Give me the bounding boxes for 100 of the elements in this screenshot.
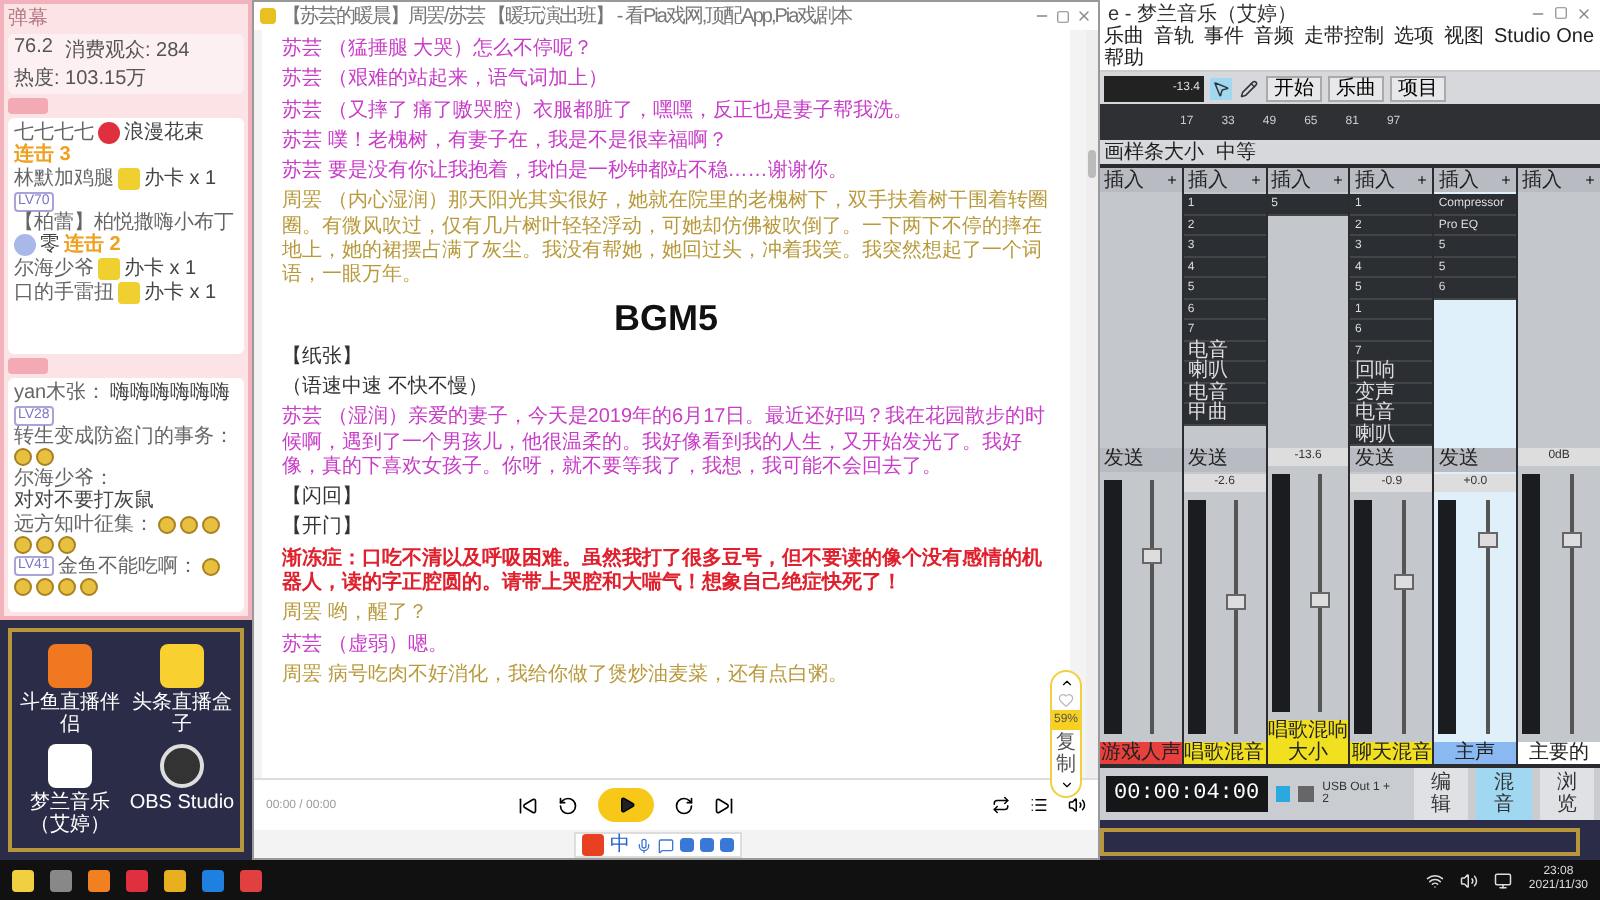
insert-slot[interactable]: 回响 xyxy=(1350,362,1433,383)
pointer-tool-icon[interactable] xyxy=(1210,77,1232,99)
shortcut-label: 头条直播盒子 xyxy=(130,692,234,736)
close-icon[interactable] xyxy=(1576,5,1592,21)
menu-item[interactable]: Studio One xyxy=(1494,26,1595,48)
menu-item[interactable]: 帮助 xyxy=(1104,48,1144,70)
play-button[interactable] xyxy=(598,788,654,822)
rewind-icon[interactable] xyxy=(558,795,578,815)
insert-slot[interactable]: 电音 xyxy=(1183,341,1266,362)
display-icon[interactable] xyxy=(1494,871,1513,889)
play-icon xyxy=(617,796,635,814)
view-tab[interactable]: 编辑 xyxy=(1413,768,1469,820)
maximize-icon[interactable] xyxy=(1056,9,1070,23)
menu-item[interactable]: 选项 xyxy=(1394,26,1434,48)
page-button[interactable]: 项目 xyxy=(1390,75,1446,101)
add-icon[interactable] xyxy=(1500,174,1513,186)
insert-label: 插入 xyxy=(1104,169,1146,191)
zoom-label: 画样条大小 xyxy=(1104,141,1204,163)
taskbar-app-icon[interactable] xyxy=(12,869,34,891)
desktop-shortcut[interactable]: 头条直播盒子 xyxy=(128,644,236,736)
app-icon xyxy=(48,744,92,788)
chat-icon[interactable] xyxy=(658,837,674,853)
close-icon[interactable] xyxy=(1076,8,1092,24)
insert-slot[interactable]: 喇叭 xyxy=(1350,425,1433,446)
fader-handle[interactable] xyxy=(1393,573,1414,590)
insert-slot[interactable]: 电音 xyxy=(1350,404,1433,425)
maximize-icon[interactable] xyxy=(1554,6,1568,20)
fader-handle[interactable] xyxy=(1477,531,1498,548)
ime-mode[interactable]: 中 xyxy=(610,834,630,856)
fader-handle[interactable] xyxy=(1310,591,1331,608)
message-text: 对对不要打灰鼠 xyxy=(14,489,154,511)
up-icon[interactable] xyxy=(1059,676,1073,690)
stat-text: 热度: 103.15万 xyxy=(14,65,147,92)
page-button[interactable]: 乐曲 xyxy=(1328,75,1384,101)
view-tab[interactable]: 混音 xyxy=(1476,768,1532,820)
dialogue-line: 苏芸 （又摔了 痛了嗷哭腔）衣服都脏了，嘿嘿，反正也是妻子帮我洗。 xyxy=(282,99,916,124)
record-icon[interactable] xyxy=(1298,786,1315,802)
forward-icon[interactable] xyxy=(674,795,694,815)
insert-slot[interactable]: 喇叭 xyxy=(1183,362,1266,383)
pencil-tool-icon[interactable] xyxy=(1238,77,1260,99)
stage-direction: （语速中速 不快不慢） xyxy=(282,375,490,401)
next-icon[interactable] xyxy=(714,795,734,815)
desktop-shortcut[interactable]: OBS Studio xyxy=(128,744,236,836)
shortcut-label: 斗鱼直播伴侣 xyxy=(18,692,122,736)
mic-icon[interactable] xyxy=(636,837,652,853)
shortcut-label: OBS Studio xyxy=(129,792,235,814)
menu-item[interactable]: 音频 xyxy=(1254,26,1294,48)
menu-item[interactable]: 音轨 xyxy=(1154,26,1194,48)
dialogue-line: 苏芸 （猛捶腿 大哭）怎么不停呢？ xyxy=(282,38,596,63)
insert-label: 插入 xyxy=(1271,169,1314,191)
menu-item[interactable]: 视图 xyxy=(1444,26,1484,48)
window-title: e - 梦兰音乐（艾婷） xyxy=(1108,1,1299,25)
desktop-shortcut[interactable]: 斗鱼直播伴侣 xyxy=(16,644,124,736)
fader-handle[interactable] xyxy=(1226,594,1247,611)
add-icon[interactable] xyxy=(1416,174,1429,186)
card-icon xyxy=(118,282,140,304)
copy-button[interactable]: 复制 xyxy=(1056,732,1076,776)
taskbar-app-icon[interactable] xyxy=(50,869,72,891)
send-header: 发送 xyxy=(1350,448,1433,472)
dialogue-line: 苏芸 （湿润）亲爱的妻子，今天是2019年的6月17日。最近还好吗？我在花园散步的时候啊，遇到了一个男孩儿，他很温柔的。我好像看到我的人生，又开始发光了。我好像，真的下喜欢女孩子。你呀，就不要等我了，我想，我可能不会回去了。 xyxy=(282,406,1048,481)
menu-item[interactable]: 事件 xyxy=(1204,26,1244,48)
view-tab[interactable]: 浏览 xyxy=(1539,768,1594,820)
app-icon xyxy=(260,8,276,24)
send-header: 发送 xyxy=(1100,448,1182,472)
dialogue-line: 周罢 哟，醒了？ xyxy=(282,602,430,628)
insert-slot[interactable]: 变声 xyxy=(1350,383,1433,404)
insert-label: 插入 xyxy=(1187,169,1230,191)
menu-item[interactable]: 乐曲 xyxy=(1104,26,1144,48)
section-heading: BGM5 xyxy=(611,297,720,338)
dialogue-line: 周罢 （内心湿润）那天阳光其实很好，她就在院里的老槐树下，双手扶着树干围着转圈圈。有微风吹过，仅有几片树叶轻轻浮动，可她却仿佛被吹倒了。一下两下不停的摔在地上，她的裙摆占满了灰尘。我没有帮她，她回过头，冲着我笑。我突然想起了一个词语，一眼万年。 xyxy=(282,190,1050,290)
add-icon[interactable] xyxy=(1583,174,1596,186)
list-icon[interactable] xyxy=(1030,796,1048,814)
stage-direction: 【纸张】 xyxy=(282,345,364,370)
add-icon[interactable] xyxy=(1249,174,1262,186)
add-icon[interactable] xyxy=(1332,174,1345,186)
down-icon[interactable] xyxy=(1059,778,1073,792)
repeat-icon[interactable] xyxy=(992,796,1010,814)
insert-slot[interactable]: 电音 xyxy=(1183,383,1266,404)
add-icon[interactable] xyxy=(1165,174,1178,186)
combo-text: 连击 2 xyxy=(64,234,121,256)
size-dropdown[interactable]: 中等 xyxy=(1216,141,1256,163)
fader-handle[interactable] xyxy=(1561,532,1582,549)
taskbar-app-icon[interactable] xyxy=(164,869,186,891)
previous-icon[interactable] xyxy=(518,795,538,815)
desktop-shortcut[interactable]: 梦兰音乐（艾婷） xyxy=(16,744,124,836)
volume-icon[interactable] xyxy=(1068,796,1086,814)
stat-text: 76.2 xyxy=(14,36,53,62)
insert-label: 插入 xyxy=(1438,169,1481,191)
ime-logo-icon xyxy=(582,834,604,856)
insert-slot[interactable]: 甲曲 xyxy=(1183,404,1266,425)
network-icon[interactable] xyxy=(1426,871,1445,889)
fader-handle[interactable] xyxy=(1142,548,1163,565)
warning-text: 渐冻症：口吃不清以及呼吸困难。虽然我打了很多豆号，但不要读的像个没有感情的机器人，读的字正腔圆的。请带上哭腔和大喘气！想象自己绝症快死了！ xyxy=(282,547,1044,597)
menu-item[interactable]: 走带控制 xyxy=(1304,26,1384,48)
page-button[interactable]: 开始 xyxy=(1266,75,1322,101)
shortcut-label: 梦兰音乐（艾婷） xyxy=(28,792,112,836)
channel-name: 游戏人声 xyxy=(1100,742,1182,764)
taskbar-app-icon[interactable] xyxy=(88,869,110,891)
window-title: 【苏芸的暖晨】周罢/苏芸 【暖玩演出班】 - 看Pia戏网,顶配App,Pia戏剧本 xyxy=(282,3,854,30)
volume-icon[interactable] xyxy=(1460,871,1479,889)
